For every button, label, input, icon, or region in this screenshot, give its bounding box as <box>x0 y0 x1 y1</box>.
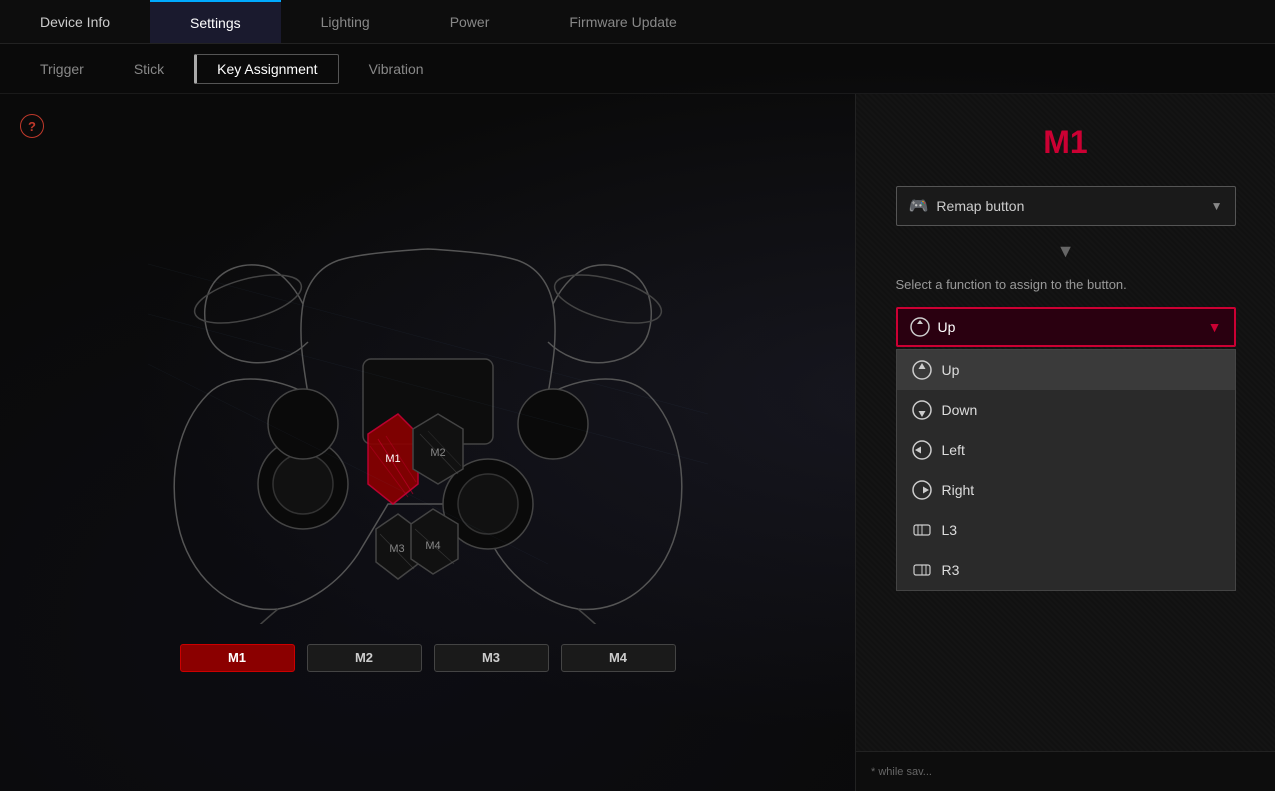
up-icon <box>912 360 932 380</box>
nav-device-info[interactable]: Device Info <box>0 0 150 43</box>
down-icon <box>912 400 932 420</box>
left-icon <box>912 440 932 460</box>
right-panel: M1 🎮 Remap button ▼ ▼ Select a function … <box>855 94 1275 791</box>
controller-image: M1 M2 M3 <box>148 214 708 634</box>
svg-text:M3: M3 <box>389 543 404 555</box>
tab-key-assignment[interactable]: Key Assignment <box>194 54 338 84</box>
panel-content: M1 🎮 Remap button ▼ ▼ Select a function … <box>856 94 1275 611</box>
option-down[interactable]: Down <box>897 390 1235 430</box>
tab-vibration[interactable]: Vibration <box>349 55 444 83</box>
tab-trigger[interactable]: Trigger <box>20 55 104 83</box>
option-left[interactable]: Left <box>897 430 1235 470</box>
main-content: R ? <box>0 94 1275 791</box>
dropdown-arrow-icon: ▼ <box>1211 199 1223 213</box>
function-dropdown-list: Up Down Left <box>896 349 1236 591</box>
r3-icon <box>912 560 932 580</box>
controller-area: ? <box>0 94 855 791</box>
nav-power[interactable]: Power <box>410 0 530 43</box>
top-navigation: Device Info Settings Lighting Power Firm… <box>0 0 1275 44</box>
option-right[interactable]: Right <box>897 470 1235 510</box>
func-dropdown-arrow-icon: ▼ <box>1208 319 1222 335</box>
save-bar: * while sav... <box>856 751 1275 791</box>
help-icon[interactable]: ? <box>20 114 44 138</box>
right-icon <box>912 480 932 500</box>
nav-lighting[interactable]: Lighting <box>281 0 410 43</box>
m2-button[interactable]: M2 <box>307 644 422 672</box>
m-buttons-row: M1 M2 M3 M4 <box>180 644 676 672</box>
remap-dropdown[interactable]: 🎮 Remap button ▼ <box>896 186 1236 226</box>
m4-button[interactable]: M4 <box>561 644 676 672</box>
m3-button[interactable]: M3 <box>434 644 549 672</box>
option-l3[interactable]: L3 <box>897 510 1235 550</box>
tab-stick[interactable]: Stick <box>114 55 184 83</box>
nav-settings[interactable]: Settings <box>150 0 281 43</box>
m1-button[interactable]: M1 <box>180 644 295 672</box>
chevron-down-icon: ▼ <box>1057 241 1075 262</box>
dpad-selected-icon <box>910 317 930 337</box>
option-r3[interactable]: R3 <box>897 550 1235 590</box>
assign-instruction-text: Select a function to assign to the butto… <box>896 277 1236 292</box>
sub-tabs: Trigger Stick Key Assignment Vibration <box>0 44 1275 94</box>
panel-title: M1 <box>1043 124 1087 161</box>
nav-firmware-update[interactable]: Firmware Update <box>529 0 716 43</box>
option-up[interactable]: Up <box>897 350 1235 390</box>
function-dropdown[interactable]: Up ▼ <box>896 307 1236 347</box>
gamepad-icon: 🎮 <box>909 196 929 216</box>
l3-icon <box>912 520 932 540</box>
